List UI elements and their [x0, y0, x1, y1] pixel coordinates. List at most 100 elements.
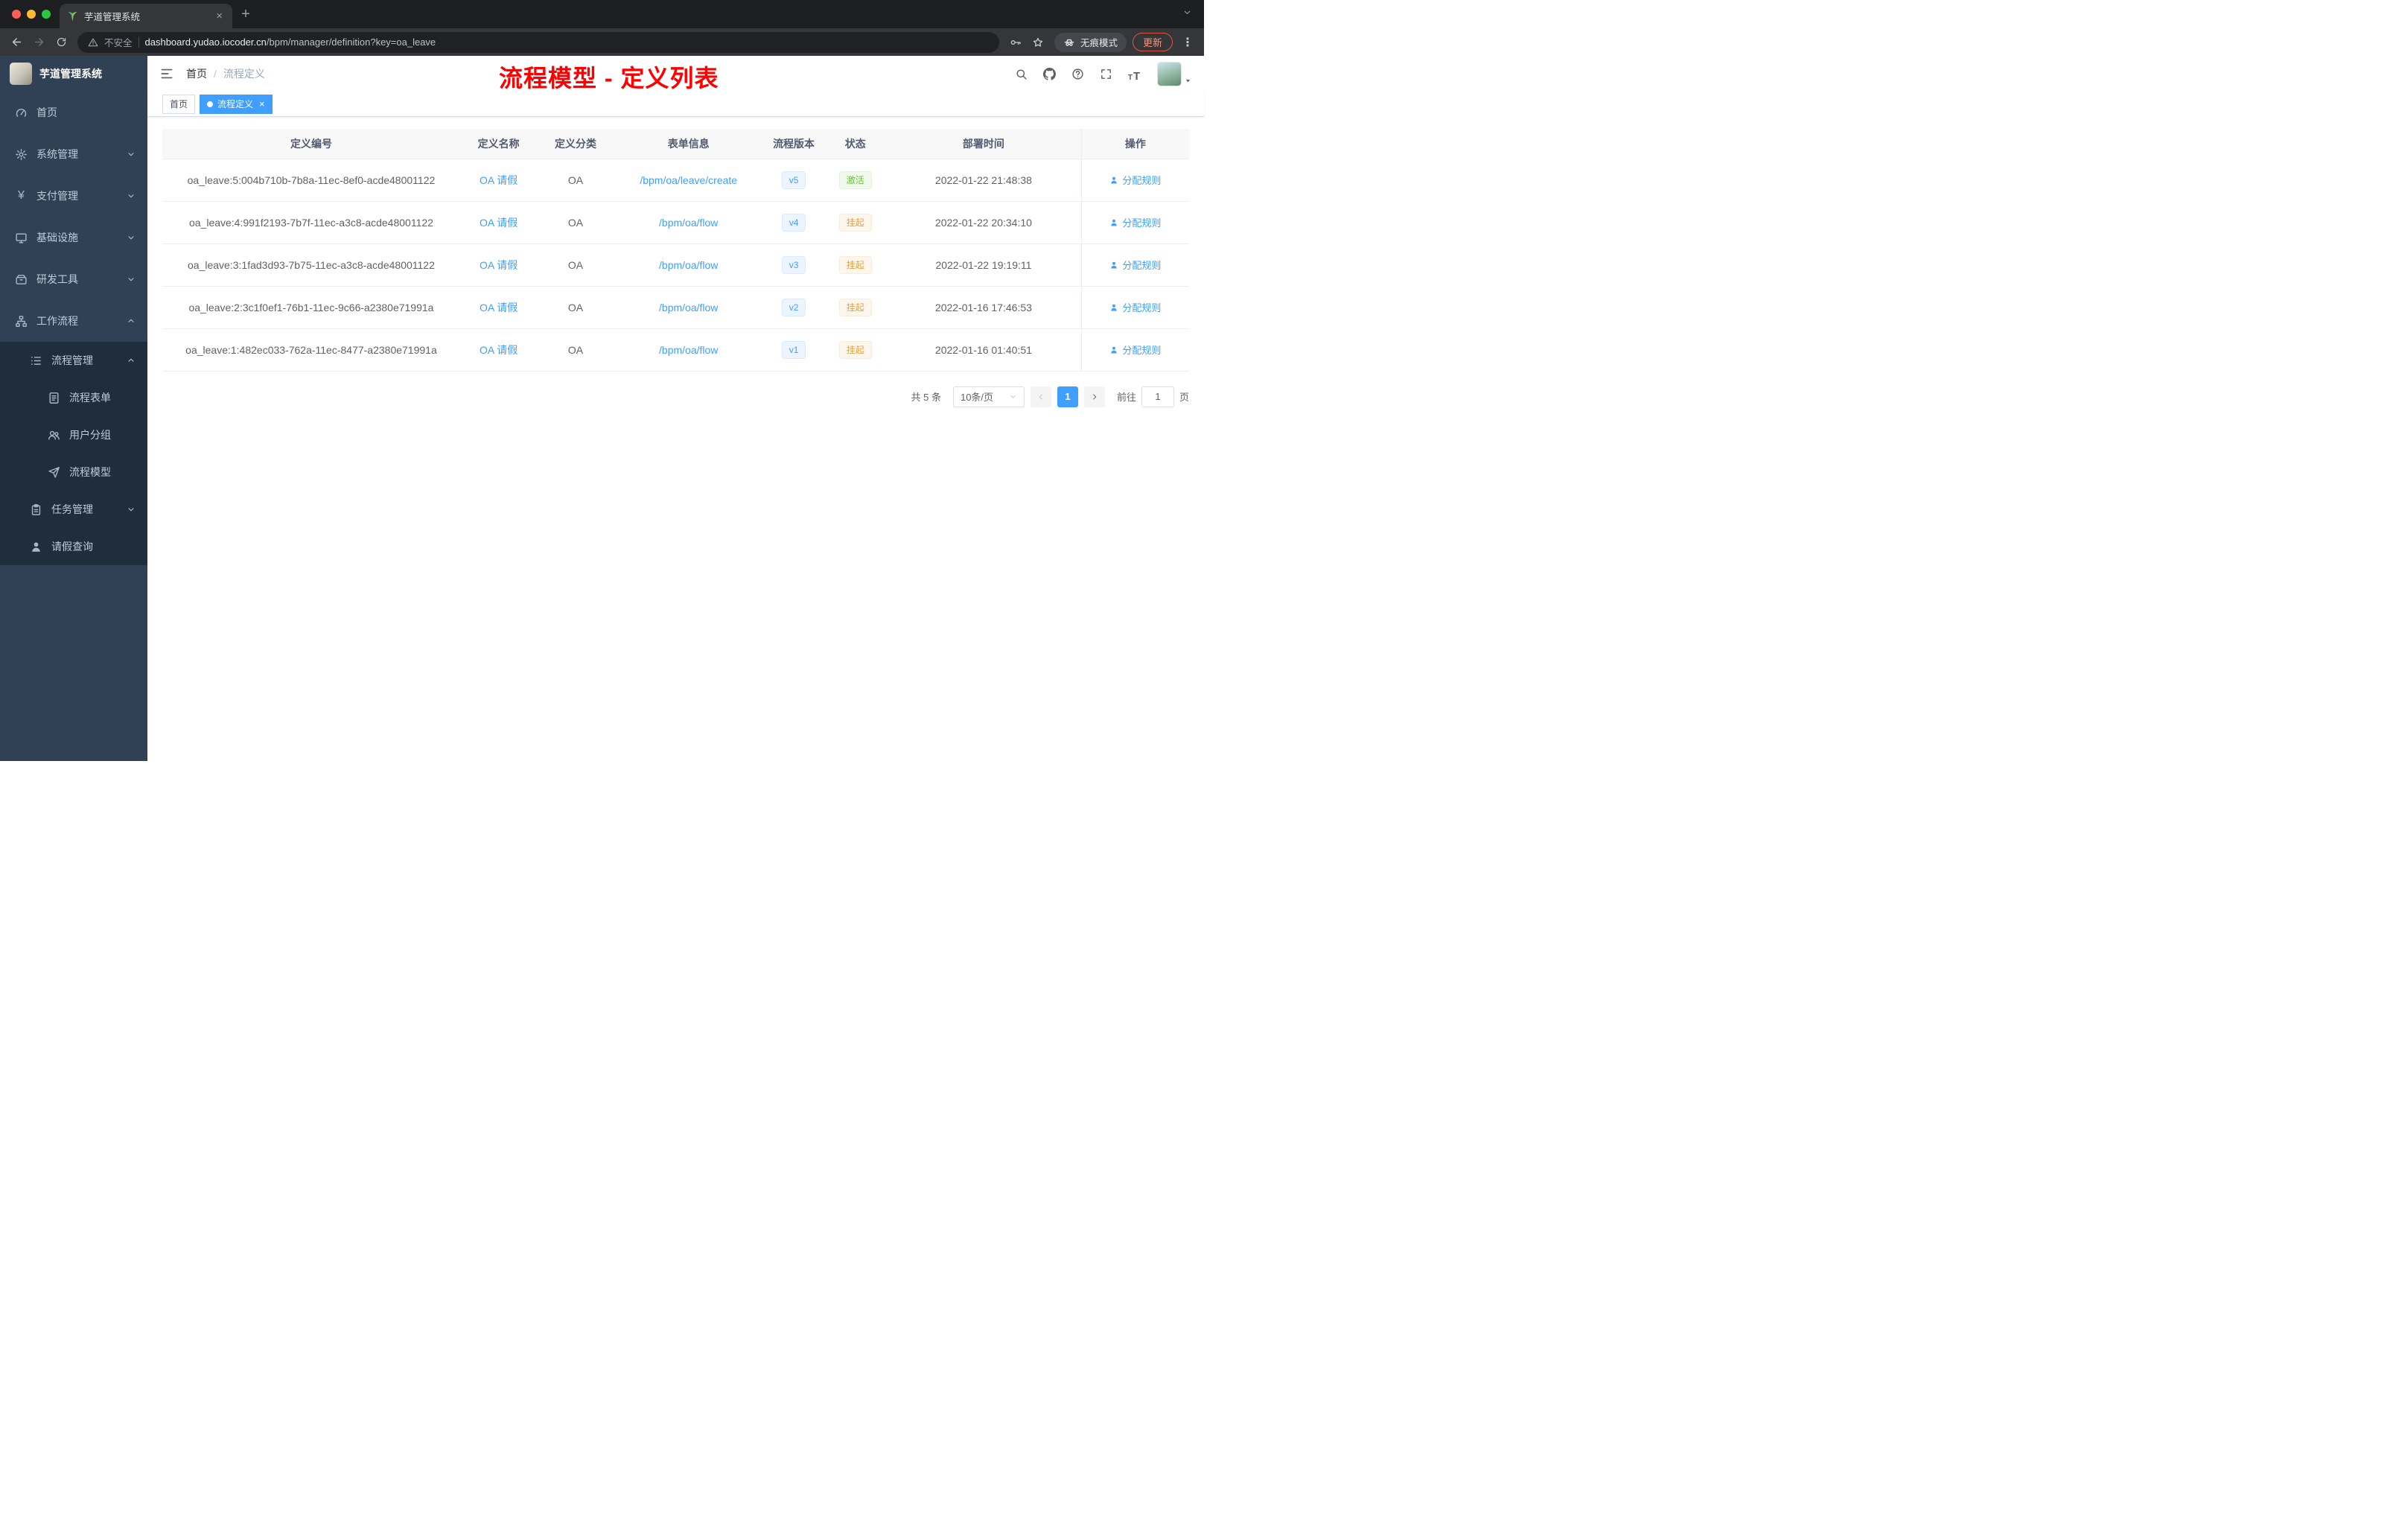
- user-icon: [30, 541, 42, 553]
- tag-close-icon[interactable]: ×: [259, 99, 265, 109]
- version-badge: v2: [781, 298, 806, 316]
- prev-page-button[interactable]: [1030, 386, 1051, 407]
- page-size-select[interactable]: 10条/页: [952, 386, 1025, 407]
- definition-category: OA: [537, 159, 614, 202]
- definition-name-link[interactable]: OA 请假: [480, 302, 517, 313]
- workflow-submenu: 流程管理 流程表单 用户分组 流程模型 任务管理 请假查询: [0, 342, 147, 565]
- definition-name-link[interactable]: OA 请假: [480, 344, 517, 356]
- form-link[interactable]: /bpm/oa/flow: [659, 344, 718, 356]
- tag-process-definition[interactable]: 流程定义 ×: [200, 94, 273, 114]
- pagination-total: 共 5 条: [911, 392, 941, 403]
- definition-id: oa_leave:1:482ec033-762a-11ec-8477-a2380…: [162, 328, 460, 372]
- assign-rule-link[interactable]: 分配规则: [1109, 258, 1161, 272]
- logo-image: [10, 63, 32, 85]
- table-row: oa_leave:3:1fad3d93-7b75-11ec-a3c8-acde4…: [162, 243, 1189, 287]
- caret-down-icon: [1184, 77, 1192, 85]
- password-key-icon[interactable]: [1005, 32, 1026, 53]
- url-path: /bpm/manager/definition?key=oa_leave: [266, 36, 436, 48]
- definition-name-link[interactable]: OA 请假: [480, 259, 517, 271]
- tag-home[interactable]: 首页: [162, 94, 196, 114]
- page-number-button[interactable]: 1: [1057, 386, 1078, 407]
- table-row: oa_leave:4:991f2193-7b7f-11ec-a3c8-acde4…: [162, 201, 1189, 244]
- paper-plane-icon: [48, 466, 60, 479]
- version-badge: v5: [781, 171, 806, 189]
- definition-name-link[interactable]: OA 请假: [480, 174, 517, 186]
- breadcrumb-current: 流程定义: [223, 68, 265, 80]
- font-size-icon[interactable]: TT: [1126, 66, 1142, 82]
- form-link[interactable]: /bpm/oa/flow: [659, 217, 718, 229]
- version-badge: v3: [781, 255, 806, 274]
- sidebar-item-infra[interactable]: 基础设施: [0, 217, 147, 258]
- zoom-window-button[interactable]: [42, 10, 51, 19]
- assign-rule-link[interactable]: 分配规则: [1109, 215, 1161, 229]
- definition-id: oa_leave:5:004b710b-7b8a-11ec-8ef0-acde4…: [162, 159, 460, 202]
- fullscreen-icon[interactable]: [1098, 66, 1114, 82]
- version-badge: v4: [781, 213, 806, 232]
- definition-category: OA: [537, 328, 614, 372]
- chevron-up-icon: [127, 316, 136, 325]
- user-avatar[interactable]: [1157, 61, 1192, 86]
- sidebar-item-process-form[interactable]: 流程表单: [0, 379, 147, 416]
- tab-search-button[interactable]: [1170, 7, 1204, 21]
- sidebar-item-task-mgmt[interactable]: 任务管理: [0, 491, 147, 528]
- help-icon[interactable]: [1069, 66, 1086, 82]
- back-icon[interactable]: [6, 32, 27, 53]
- definition-category: OA: [537, 286, 614, 329]
- assign-rule-link[interactable]: 分配规则: [1109, 173, 1161, 187]
- tab-title: 芋道管理系统: [84, 12, 141, 22]
- sidebar-item-user-group[interactable]: 用户分组: [0, 416, 147, 453]
- gear-icon: [15, 148, 28, 161]
- url-host: dashboard.yudao.iocoder.cn: [144, 36, 267, 48]
- sidebar-item-devtools[interactable]: 研发工具: [0, 258, 147, 300]
- form-link[interactable]: /bpm/oa/flow: [659, 302, 718, 313]
- definition-name-link[interactable]: OA 请假: [480, 217, 517, 229]
- yen-icon: ¥: [18, 189, 25, 202]
- chevron-down-icon: [1009, 392, 1017, 401]
- sidebar-toggle-icon[interactable]: [159, 66, 174, 81]
- minimize-window-button[interactable]: [27, 10, 36, 19]
- github-icon[interactable]: [1041, 66, 1057, 82]
- deploy-time: 2022-01-22 20:34:10: [886, 201, 1082, 244]
- tab-close-icon[interactable]: ×: [214, 10, 225, 22]
- workflow-icon: [15, 315, 28, 328]
- assign-rule-link[interactable]: 分配规则: [1109, 300, 1161, 314]
- navbar: 首页 / 流程定义 TT: [147, 56, 1204, 92]
- browser-tab-strip: 芋道管理系统 × +: [0, 0, 1204, 28]
- forward-icon[interactable]: [28, 32, 49, 53]
- sidebar-item-payment[interactable]: ¥ 支付管理: [0, 175, 147, 217]
- new-tab-button[interactable]: +: [235, 4, 256, 25]
- address-bar[interactable]: 不安全 dashboard.yudao.iocoder.cn /bpm/mana…: [77, 31, 999, 53]
- tag-active-dot: [207, 101, 214, 107]
- breadcrumb-separator: /: [214, 68, 217, 80]
- toolbox-icon: [15, 273, 28, 286]
- sidebar-item-system[interactable]: 系统管理: [0, 133, 147, 175]
- screen: 芋道管理系统 × + 不安全 dashboard.yudao.iocoder.c…: [0, 0, 1204, 761]
- form-icon: [48, 392, 60, 404]
- header-process-version: 流程版本: [762, 129, 825, 159]
- sidebar-item-process-model[interactable]: 流程模型: [0, 453, 147, 491]
- assign-rule-link[interactable]: 分配规则: [1109, 343, 1161, 357]
- browser-tab[interactable]: 芋道管理系统 ×: [60, 4, 232, 28]
- table-row: oa_leave:2:3c1f0ef1-76b1-11ec-9c66-a2380…: [162, 286, 1189, 329]
- next-page-button[interactable]: [1083, 386, 1105, 407]
- browser-menu-icon[interactable]: ⋮: [1177, 32, 1198, 53]
- search-icon[interactable]: [1013, 66, 1029, 82]
- sidebar-item-process-mgmt[interactable]: 流程管理: [0, 342, 147, 379]
- security-warning-icon: [88, 37, 98, 48]
- form-link[interactable]: /bpm/oa/flow: [659, 259, 718, 271]
- breadcrumb-home[interactable]: 首页: [186, 66, 207, 81]
- sidebar-item-leave-query[interactable]: 请假查询: [0, 528, 147, 565]
- jump-input[interactable]: [1141, 386, 1174, 407]
- avatar-image: [1157, 61, 1182, 86]
- sidebar-logo[interactable]: 芋道管理系统: [0, 56, 147, 92]
- table-header-row: 定义编号 定义名称 定义分类 表单信息 流程版本 状态 部署时间 操作: [162, 129, 1189, 159]
- reload-icon[interactable]: [51, 32, 71, 53]
- sidebar-item-home[interactable]: 首页: [0, 92, 147, 133]
- form-link[interactable]: /bpm/oa/leave/create: [640, 174, 737, 186]
- close-window-button[interactable]: [12, 10, 21, 19]
- tags-view: 首页 流程定义 ×: [147, 92, 1204, 117]
- sidebar-item-workflow[interactable]: 工作流程: [0, 300, 147, 342]
- bookmark-star-icon[interactable]: [1028, 32, 1048, 53]
- update-button[interactable]: 更新: [1132, 33, 1173, 51]
- navbar-actions: TT: [1013, 61, 1192, 86]
